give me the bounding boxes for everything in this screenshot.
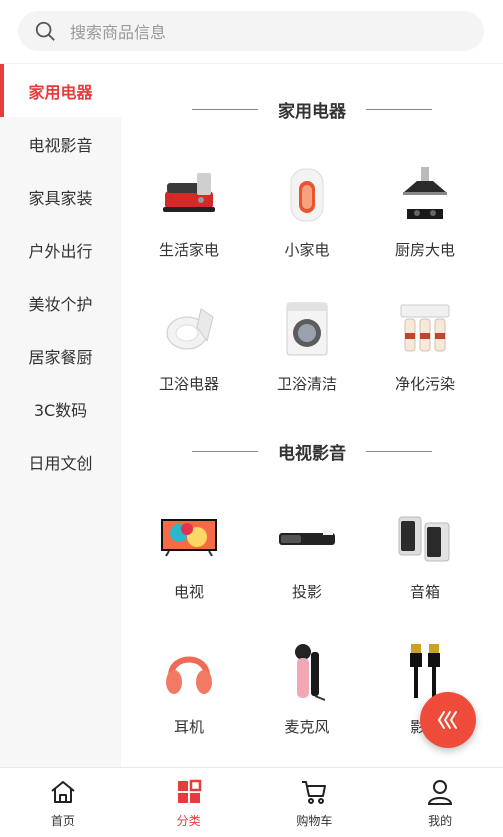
section-title-text: 电视影音 <box>278 443 346 464</box>
tab-label: 首页 <box>50 814 75 828</box>
category-tile-label: 麦克风 <box>284 718 330 736</box>
sidebar-item-3c-digital[interactable]: 3C数码 <box>0 382 121 435</box>
television-icon <box>154 502 224 572</box>
speakers-icon <box>390 502 460 572</box>
sidebar-item-label: 居家餐厨 <box>28 347 93 367</box>
category-icon <box>177 779 201 803</box>
sidebar-item-kitchen[interactable]: 居家餐厨 <box>0 329 121 382</box>
headphones-icon <box>154 637 224 707</box>
sidebar-item-label: 日用文创 <box>28 453 93 473</box>
category-tile-label: 卫浴电器 <box>158 375 219 393</box>
sidebar-item-stationery[interactable]: 日用文创 <box>0 435 121 488</box>
category-tile[interactable]: 电视 <box>129 502 249 622</box>
category-tile[interactable]: 净化污染 <box>365 294 485 414</box>
water-purifier-icon <box>390 294 460 364</box>
divider <box>366 450 432 452</box>
category-tile-label: 音箱 <box>409 583 440 601</box>
projector-icon <box>272 502 342 572</box>
sidebar-item-label: 户外出行 <box>28 241 93 261</box>
sidebar-item-furniture[interactable]: 家具家装 <box>0 170 121 223</box>
category-tile-label: 净化污染 <box>394 375 455 393</box>
section-title: 家用电器 <box>121 94 503 124</box>
sidebar-item-label: 电视影音 <box>28 135 93 155</box>
tab-label: 分类 <box>176 814 201 828</box>
tab-label: 购物车 <box>296 814 333 828</box>
category-tile-label: 厨房大电 <box>394 241 455 259</box>
section-title: 电视影音 <box>121 436 503 466</box>
sidebar-item-label: 3C数码 <box>33 400 88 420</box>
category-tile[interactable]: 音箱 <box>365 502 485 622</box>
divider <box>192 108 258 110</box>
category-sidebar: 家用电器 电视影音 家具家装 户外出行 美妆个护 居家餐厨 3C数码 日用文创 <box>0 64 121 767</box>
bottom-tab-bar: 首页 分类 购物车 我的 <box>0 767 503 837</box>
floating-action-button[interactable] <box>420 692 476 748</box>
category-tile[interactable]: 卫浴电器 <box>129 294 249 414</box>
electric-grill-icon <box>154 160 224 230</box>
search-bar[interactable]: 搜索商品信息 <box>18 11 484 51</box>
sidebar-item-label: 家具家装 <box>28 188 93 208</box>
chevron-arrows-icon <box>437 711 457 729</box>
divider <box>192 450 258 452</box>
category-tile[interactable]: 麦克风 <box>247 637 367 757</box>
category-tile-label: 耳机 <box>173 718 204 736</box>
category-tile-label: 投影 <box>291 583 322 601</box>
tab-category[interactable]: 分类 <box>126 768 252 837</box>
tab-cart[interactable]: 购物车 <box>252 768 378 837</box>
sidebar-item-label: 美妆个护 <box>28 294 93 314</box>
category-tile[interactable]: 小家电 <box>247 160 367 280</box>
sidebar-item-label: 家用电器 <box>28 82 93 102</box>
category-content: 家用电器 生活家电 小家电 厨房大电 卫浴电器 卫浴清洁 净化污染 电视影音 电… <box>121 64 503 767</box>
sidebar-item-outdoor[interactable]: 户外出行 <box>0 223 121 276</box>
category-page: 搜索商品信息 家用电器 电视影音 家具家装 户外出行 美妆个护 居家餐厨 3C数… <box>0 0 503 837</box>
category-tile-label: 电视 <box>173 583 204 601</box>
smart-toilet-seat-icon <box>154 294 224 364</box>
range-hood-stove-icon <box>390 160 460 230</box>
tab-label: 我的 <box>428 814 453 828</box>
divider <box>366 108 432 110</box>
space-heater-icon <box>272 160 342 230</box>
category-tile-label: 小家电 <box>284 241 330 259</box>
sidebar-item-beauty[interactable]: 美妆个护 <box>0 276 121 329</box>
tab-home[interactable]: 首页 <box>0 768 126 837</box>
category-tile[interactable]: 投影 <box>247 502 367 622</box>
tab-profile[interactable]: 我的 <box>377 768 503 837</box>
microphone-icon <box>272 637 342 707</box>
sidebar-item-home-appliances[interactable]: 家用电器 <box>0 64 121 117</box>
cart-icon <box>302 781 327 804</box>
washing-machine-icon <box>272 294 342 364</box>
home-icon <box>51 781 75 803</box>
category-tile-label: 生活家电 <box>158 241 219 259</box>
search-placeholder: 搜索商品信息 <box>70 23 167 42</box>
section-title-text: 家用电器 <box>278 101 346 122</box>
sidebar-item-tv-audio[interactable]: 电视影音 <box>0 117 121 170</box>
category-tile[interactable]: 厨房大电 <box>365 160 485 280</box>
category-tile-label: 卫浴清洁 <box>276 375 337 393</box>
category-tile[interactable]: 卫浴清洁 <box>247 294 367 414</box>
category-tile[interactable]: 耳机 <box>129 637 249 757</box>
user-icon <box>428 780 453 805</box>
category-tile[interactable]: 生活家电 <box>129 160 249 280</box>
search-icon <box>35 21 55 41</box>
